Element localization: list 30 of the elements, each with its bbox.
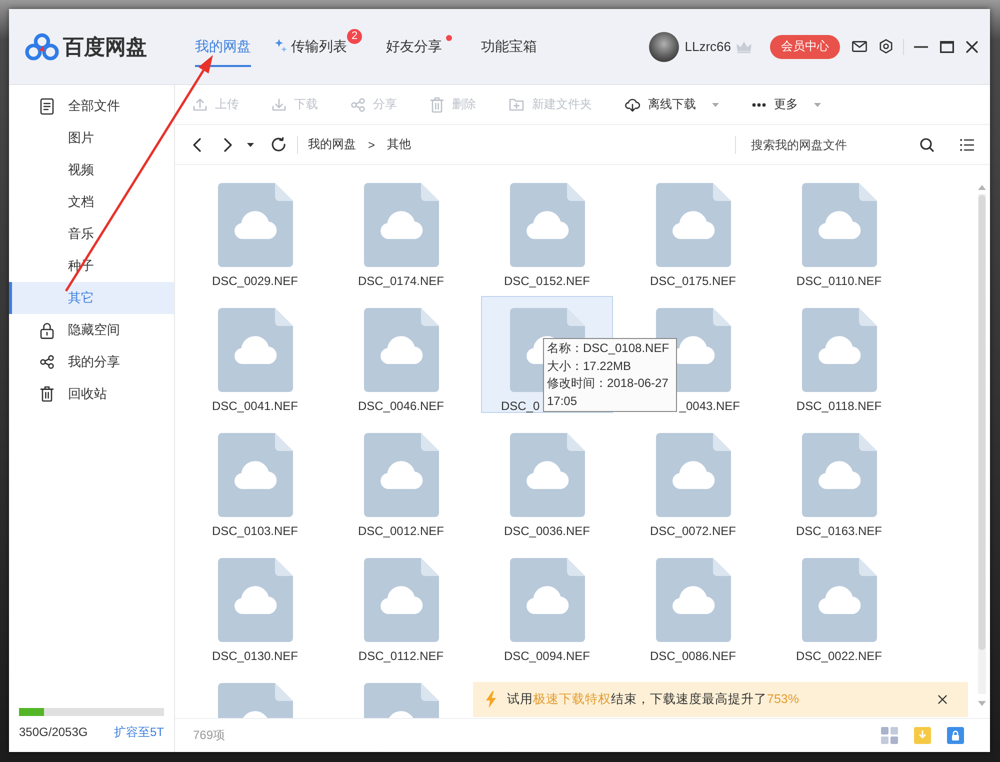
file-name: DSC_0086.NEF <box>650 648 736 664</box>
item-count: 769项 <box>193 727 226 744</box>
breadcrumb-separator: > <box>368 138 376 152</box>
app-logo-text: 百度网盘 <box>63 34 147 60</box>
file-name: DSC_0036.NEF <box>504 523 590 539</box>
file-name: DSC_0041.NEF <box>212 398 298 414</box>
file-name: _0043.NEF <box>679 398 740 414</box>
file-name: DSC_0112.NEF <box>358 648 444 664</box>
file-name: DSC_0022.NEF <box>796 648 882 664</box>
file-name: DSC_0152.NEF <box>504 273 590 289</box>
file-name: DSC_0046.NEF <box>358 398 444 414</box>
notification-badge: 2 <box>347 28 362 44</box>
file-name: DSC_0118.NEF <box>796 398 882 414</box>
tooltip-text: 名称：DSC_0108.NEF <box>547 340 670 357</box>
file-name: DSC_0094.NEF <box>504 648 590 664</box>
file-name: DSC_0174.NEF <box>358 273 444 289</box>
file-name: DSC_0163.NEF <box>796 523 882 539</box>
file-name: DSC_0175.NEF <box>650 273 736 289</box>
file-name: DSC_0012.NEF <box>358 523 444 539</box>
file-name: DSC_0029.NEF <box>212 273 298 289</box>
breadcrumb-current: 其他 <box>387 136 412 153</box>
tooltip-text: 大小：17.22MB <box>547 358 632 374</box>
file-name: DSC_0 <box>501 398 540 414</box>
notice-text: 试用极速下载特权结束，下载速度最高提升了 753% <box>507 691 799 708</box>
file-name: DSC_0103.NEF <box>212 523 298 539</box>
storage-usage: 350G/2053G <box>19 724 88 740</box>
file-name: DSC_0072.NEF <box>650 523 736 539</box>
file-name: DSC_0110.NEF <box>796 273 882 289</box>
file-name: DSC_0130.NEF <box>212 648 298 664</box>
tooltip-text: 修改时间：2018-06-27 17:05 <box>547 375 670 410</box>
